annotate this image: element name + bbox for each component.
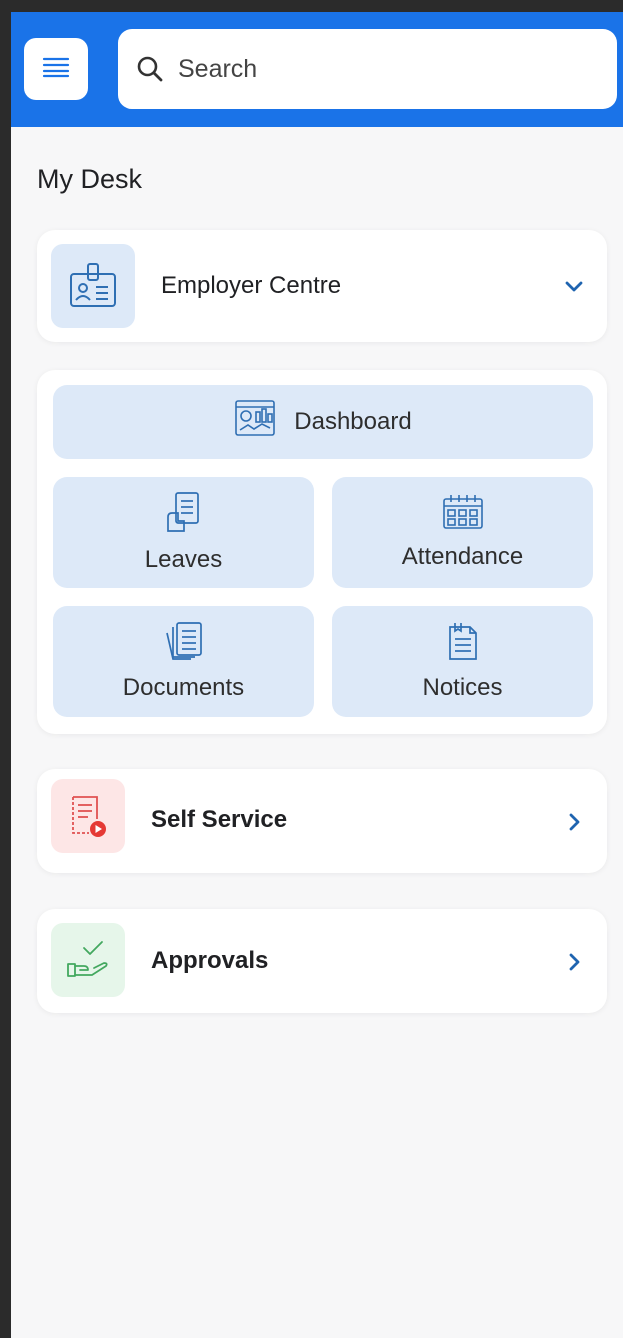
search-icon: [136, 54, 166, 84]
documents-label: Documents: [122, 674, 245, 701]
top-bar: Search: [11, 12, 623, 127]
dashboard-chart-icon: [234, 399, 276, 446]
notice-clipboard-icon: [446, 621, 480, 668]
employer-centre-label: Employer Centre: [161, 272, 342, 299]
approval-hand-icon: [51, 923, 125, 997]
app-screen: Search My Desk Employer Centre Dashboard…: [11, 12, 623, 1338]
attendance-tile[interactable]: Attendance: [332, 477, 593, 588]
search-placeholder: Search: [178, 54, 258, 83]
attendance-label: Attendance: [401, 543, 524, 570]
leaves-label: Leaves: [144, 546, 223, 573]
self-service-card[interactable]: Self Service: [37, 769, 607, 873]
self-service-label: Self Service: [151, 806, 288, 833]
notices-tile[interactable]: Notices: [332, 606, 593, 717]
approvals-card[interactable]: Approvals: [37, 909, 607, 1013]
approvals-label: Approvals: [151, 947, 269, 974]
chevron-down-icon[interactable]: [563, 276, 585, 298]
documents-stack-icon: [163, 621, 205, 668]
calendar-icon: [442, 494, 484, 537]
dashboard-tile[interactable]: Dashboard: [53, 385, 593, 459]
employer-centre-menu: Dashboard Leaves Attendance Documents No…: [37, 370, 607, 734]
id-badge-icon: [51, 244, 135, 328]
chevron-right-icon[interactable]: [563, 811, 585, 833]
page-title: My Desk: [37, 164, 143, 194]
self-service-icon: [51, 779, 125, 853]
leave-document-icon: [164, 491, 204, 540]
documents-tile[interactable]: Documents: [53, 606, 314, 717]
dashboard-label: Dashboard: [294, 408, 412, 435]
hamburger-icon: [41, 55, 71, 84]
chevron-right-icon[interactable]: [563, 951, 585, 973]
menu-button[interactable]: [24, 38, 88, 100]
leaves-tile[interactable]: Leaves: [53, 477, 314, 588]
notices-label: Notices: [422, 674, 503, 701]
employer-centre-card[interactable]: Employer Centre: [37, 230, 607, 342]
search-input[interactable]: Search: [118, 29, 617, 109]
